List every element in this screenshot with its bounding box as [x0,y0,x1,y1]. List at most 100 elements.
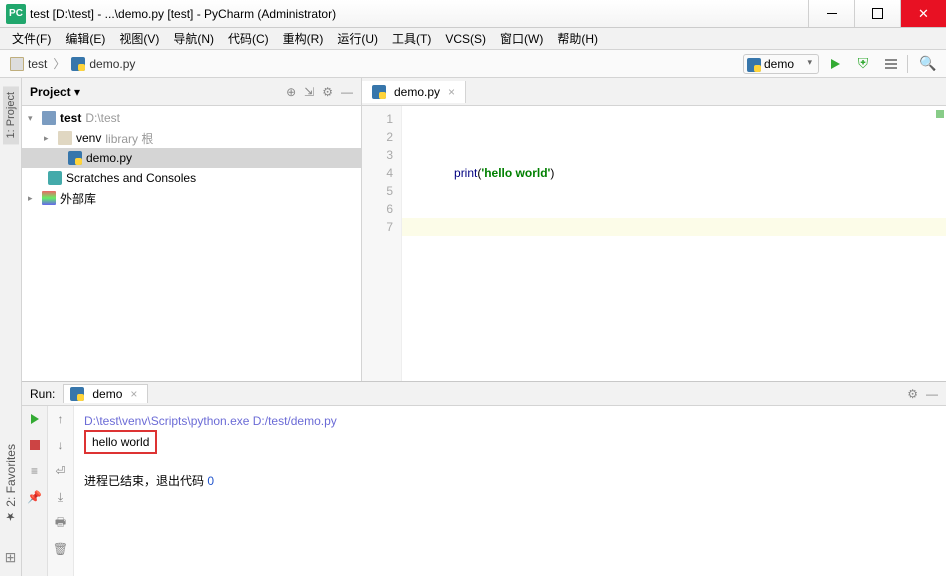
tree-file-label: demo.py [86,151,132,165]
tree-scratches-label: Scratches and Consoles [66,171,196,185]
run-button[interactable] [823,52,847,76]
menu-bar: 文件(F) 编辑(E) 视图(V) 导航(N) 代码(C) 重构(R) 运行(U… [0,28,946,50]
window-close-button[interactable] [900,0,946,27]
breadcrumb-file[interactable]: demo.py [67,55,139,73]
scroll-to-end-button[interactable]: ⤓ [52,488,70,506]
run-toolbar-left2: ↑ ↓ ⏎ ⤓ 🖶 🗑 [48,406,74,576]
editor-tab-label: demo.py [394,85,440,99]
tree-venv-label: venv [76,131,101,145]
run-tab[interactable]: demo × [63,384,148,403]
close-run-tab-icon[interactable]: × [130,387,137,401]
menu-navigate[interactable]: 导航(N) [167,28,220,49]
run-settings-icon[interactable]: ⚙ [907,387,918,401]
line-number: 6 [362,200,393,218]
pin-tab-button[interactable]: 📌 [26,488,44,506]
favorites-tool-tab[interactable]: ★ 2: Favorites [2,438,20,529]
run-tool-window: Run: demo × ⚙ — ≡ 📌 [22,381,946,576]
window-minimize-button[interactable] [808,0,854,27]
line-number: 3 [362,146,393,164]
window-maximize-button[interactable] [854,0,900,27]
tree-scratches[interactable]: Scratches and Consoles [22,168,361,188]
settings-gear-icon[interactable]: ⚙ [322,85,333,99]
tree-external-label: 外部库 [60,190,96,207]
project-tool-window: Project ▾ ⊕ ⇲ ⚙ — ▾ test D:\test [22,78,362,381]
menu-run[interactable]: 运行(U) [331,28,384,49]
bug-icon: ⛨ [858,55,869,72]
debug-button[interactable]: ⛨ [851,52,875,76]
hide-panel-icon[interactable]: — [341,85,353,99]
run-with-coverage-button[interactable] [879,52,903,76]
print-button[interactable]: 🖶 [52,514,70,532]
external-libs-icon [42,191,56,205]
app-icon: PC [6,4,26,24]
run-config-selector[interactable]: demo [743,54,819,74]
close-tab-icon[interactable]: × [448,85,455,99]
hide-run-panel-icon[interactable]: — [926,387,938,401]
run-config-label: demo [764,57,794,71]
breadcrumb-project[interactable]: test [6,55,51,73]
window-titlebar: PC test [D:\test] - ...\demo.py [test] -… [0,0,946,28]
locate-icon[interactable]: ⊕ [286,85,296,99]
editor-tab-demo[interactable]: demo.py × [362,81,466,103]
stop-icon [30,440,40,450]
menu-tools[interactable]: 工具(T) [386,28,437,49]
play-icon [31,414,39,424]
rerun-button[interactable] [26,410,44,428]
line-number: 1 [362,110,393,128]
play-icon [831,59,840,69]
run-console[interactable]: D:\test\venv\Scripts\python.exe D:/test/… [74,406,946,576]
project-tree[interactable]: ▾ test D:\test ▸ venv library 根 demo.py [22,106,361,381]
python-icon [747,58,761,72]
breadcrumb-separator: 〉 [53,55,65,72]
project-tool-tab[interactable]: 1: Project [3,86,19,144]
python-file-icon [71,57,85,71]
tree-external-libs[interactable]: ▸ 外部库 [22,188,361,208]
clear-all-button[interactable]: 🗑 [52,540,70,558]
menu-edit[interactable]: 编辑(E) [59,28,111,49]
python-file-icon [68,151,82,165]
code-token: ) [550,166,554,180]
tree-root[interactable]: ▾ test D:\test [22,108,361,128]
line-number: 7 [362,218,393,236]
search-everywhere-button[interactable]: 🔍 [916,52,940,76]
line-number: 2 [362,128,393,146]
tree-root-label: test [60,111,81,125]
left-bottom-tool-tabs: ★ 2: Favorites ⊞ [0,416,22,576]
restore-layout-button[interactable]: ≡ [26,462,44,480]
run-exit-line: 进程已结束，退出代码 0 [84,472,936,490]
window-title: test [D:\test] - ...\demo.py [test] - Py… [30,7,808,21]
run-tab-label: demo [92,387,122,401]
editor-tabs: demo.py × [362,78,946,106]
editor-code[interactable]: print('hello world') [402,106,946,381]
venv-icon [58,131,72,145]
project-dir-icon [42,111,56,125]
up-stack-button[interactable]: ↑ [52,410,70,428]
breadcrumb-project-label: test [28,57,47,71]
soft-wrap-button[interactable]: ⏎ [52,462,70,480]
menu-view[interactable]: 视图(V) [113,28,165,49]
stack-icon [885,63,897,65]
breadcrumb-file-label: demo.py [89,57,135,71]
menu-vcs[interactable]: VCS(S) [439,30,492,48]
search-icon: 🔍 [919,55,936,72]
line-number: 5 [362,182,393,200]
project-view-selector[interactable]: Project ▾ [30,85,80,99]
tree-venv[interactable]: ▸ venv library 根 [22,128,361,148]
scratches-icon [48,171,62,185]
menu-code[interactable]: 代码(C) [222,28,275,49]
stop-button[interactable] [26,436,44,454]
editor-gutter: 1 2 3 4 5 6 7 [362,106,402,381]
menu-file[interactable]: 文件(F) [6,28,57,49]
project-header: Project ▾ ⊕ ⇲ ⚙ — [22,78,361,106]
structure-tool-tab[interactable]: ⊞ [5,549,17,566]
tree-file-demo[interactable]: demo.py [22,148,361,168]
menu-window[interactable]: 窗口(W) [494,28,549,49]
editor-body[interactable]: 1 2 3 4 5 6 7 print('hello world') [362,106,946,381]
line-number: 4 [362,164,393,182]
collapse-all-icon[interactable]: ⇲ [304,85,314,99]
editor-area: demo.py × 1 2 3 4 5 6 7 [362,78,946,381]
menu-help[interactable]: 帮助(H) [551,28,604,49]
python-file-icon [372,85,386,99]
menu-refactor[interactable]: 重构(R) [277,28,330,49]
down-stack-button[interactable]: ↓ [52,436,70,454]
